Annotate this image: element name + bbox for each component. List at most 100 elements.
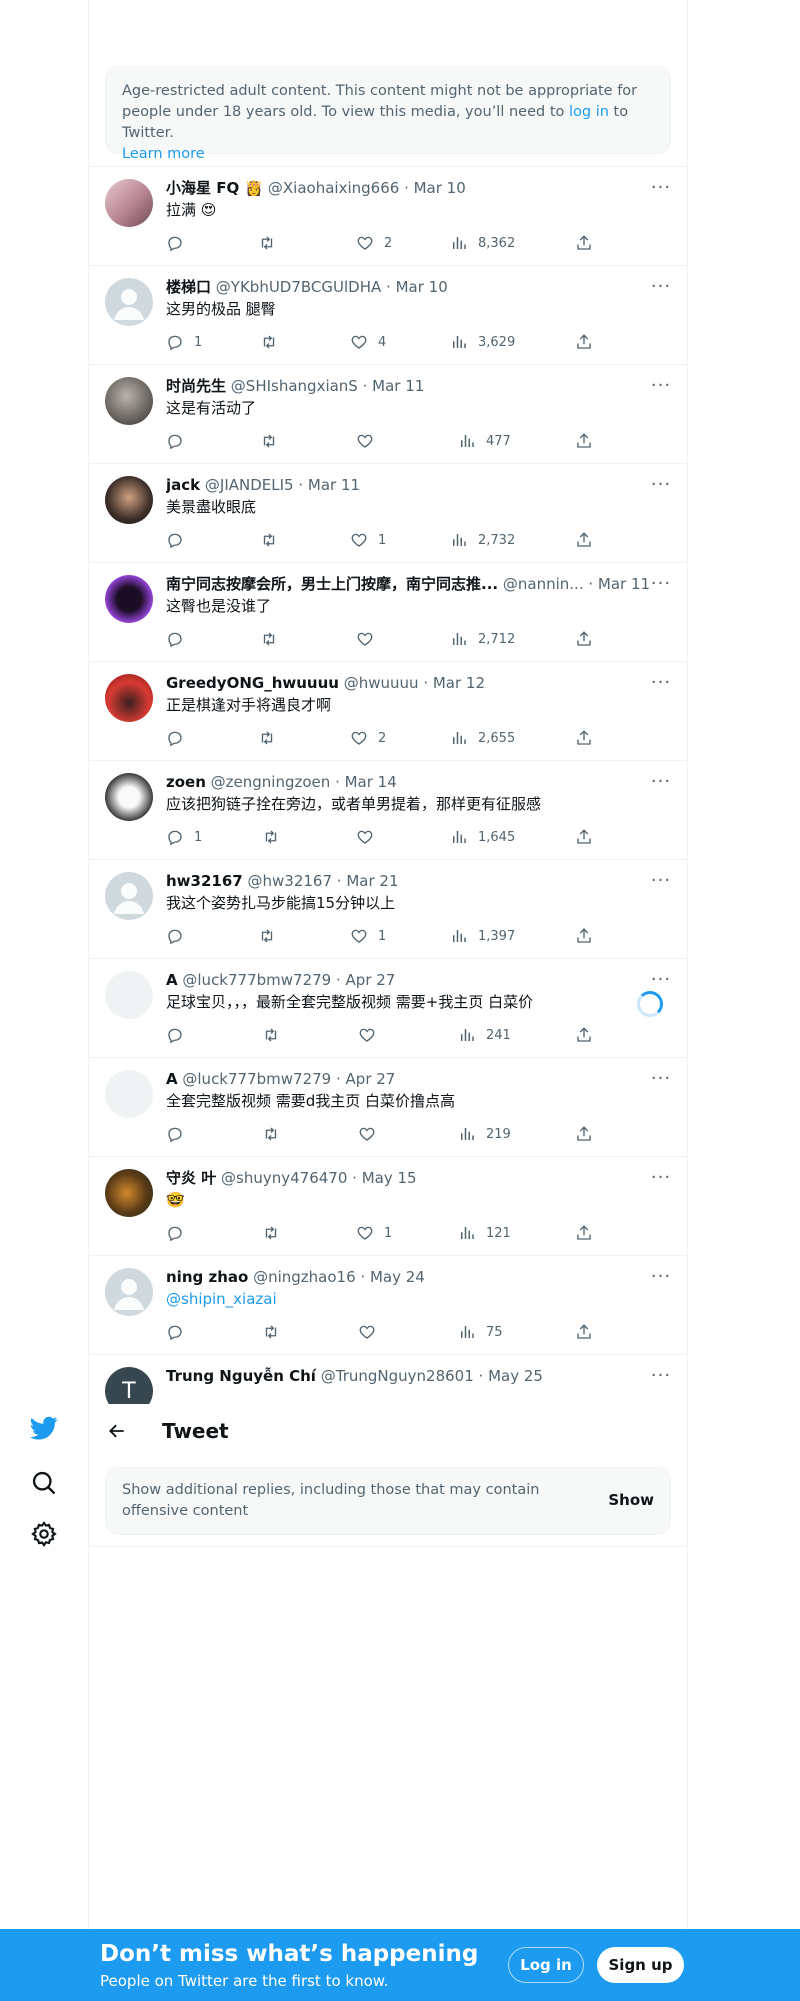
share-button[interactable] bbox=[575, 1025, 593, 1045]
tweet-date[interactable]: · Mar 10 bbox=[386, 278, 448, 296]
retweet-button[interactable] bbox=[260, 629, 278, 649]
retweet-button[interactable] bbox=[258, 728, 276, 748]
user-handle[interactable]: @ningzhao16 bbox=[253, 1268, 356, 1286]
tweet-row[interactable]: ning zhao @ningzhao16 · May 24 ··· @shipin… bbox=[89, 1256, 687, 1355]
like-button[interactable] bbox=[356, 629, 384, 649]
more-options-icon[interactable]: ··· bbox=[649, 274, 673, 298]
tweet-row[interactable]: 守炎 叶 @shuyny476470 · May 15 ··· 🤓 1 121 bbox=[89, 1157, 687, 1256]
display-name[interactable]: jack bbox=[166, 476, 200, 494]
tweet-row[interactable]: 小海星 FQ 👸 @Xiaohaixing666 · Mar 10 ··· 拉满 😍… bbox=[89, 167, 687, 266]
tweet-date[interactable]: · Mar 10 bbox=[404, 179, 466, 197]
like-button[interactable]: 2 bbox=[356, 233, 392, 253]
more-options-icon[interactable]: ··· bbox=[649, 1066, 673, 1090]
share-button[interactable] bbox=[575, 629, 593, 649]
views-button[interactable]: 3,629 bbox=[450, 332, 515, 352]
share-button[interactable] bbox=[575, 332, 593, 352]
user-handle[interactable]: @shuyny476470 bbox=[221, 1169, 347, 1187]
avatar[interactable] bbox=[105, 971, 153, 1019]
tweet-row[interactable]: 南宁同志按摩会所，男士上门按摩，南宁同志推... @nannin... · Ma… bbox=[89, 563, 687, 662]
tweet-date[interactable]: · Apr 27 bbox=[336, 1070, 395, 1088]
avatar[interactable] bbox=[105, 872, 153, 920]
user-handle[interactable]: @TrungNguyn28601 bbox=[321, 1367, 474, 1385]
tweet-date[interactable]: · Mar 11 bbox=[363, 377, 425, 395]
user-handle[interactable]: @zengningzoen bbox=[211, 773, 331, 791]
share-button[interactable] bbox=[575, 827, 593, 847]
user-handle[interactable]: @SHIshangxianS bbox=[231, 377, 358, 395]
like-button[interactable]: 1 bbox=[356, 1223, 392, 1243]
reply-button[interactable] bbox=[166, 530, 194, 550]
display-name[interactable]: 时尚先生 bbox=[166, 377, 226, 395]
user-handle[interactable]: @Xiaohaixing666 bbox=[268, 179, 399, 197]
avatar[interactable] bbox=[105, 1268, 153, 1316]
reply-button[interactable] bbox=[166, 629, 194, 649]
avatar[interactable] bbox=[105, 377, 153, 425]
twitter-bird-icon[interactable] bbox=[26, 1410, 62, 1446]
retweet-button[interactable] bbox=[258, 233, 276, 253]
tweet-row[interactable]: 时尚先生 @SHIshangxianS · Mar 11 ··· 这是有活动了 477 bbox=[89, 365, 687, 464]
tweet-date[interactable]: · May 15 bbox=[352, 1169, 416, 1187]
like-button[interactable] bbox=[358, 1025, 386, 1045]
user-handle[interactable]: @luck777bmw7279 bbox=[182, 1070, 331, 1088]
views-button[interactable]: 2,655 bbox=[450, 728, 515, 748]
reply-button[interactable] bbox=[166, 1124, 194, 1144]
views-button[interactable]: 1,645 bbox=[450, 827, 515, 847]
more-options-icon[interactable]: ··· bbox=[649, 472, 673, 496]
tweet-row[interactable]: A @luck777bmw7279 · Apr 27 ··· 足球宝贝，，，最新全套… bbox=[89, 959, 687, 1058]
user-handle[interactable]: @YKbhUD7BCGUlDHA bbox=[216, 278, 381, 296]
tweet-row[interactable]: GreedyONG_hwuuuu @hwuuuu · Mar 12 ··· 正是棋逢… bbox=[89, 662, 687, 761]
user-handle[interactable]: @hw32167 bbox=[248, 872, 333, 890]
display-name[interactable]: 小海星 FQ 👸 bbox=[166, 179, 263, 197]
more-options-icon[interactable]: ··· bbox=[649, 1363, 673, 1387]
like-button[interactable] bbox=[356, 827, 384, 847]
display-name[interactable]: ning zhao bbox=[166, 1268, 248, 1286]
tweet-row[interactable]: hw32167 @hw32167 · Mar 21 ··· 我这个姿势扎马步能搞15… bbox=[89, 860, 687, 959]
tweet-date[interactable]: · Mar 11 bbox=[298, 476, 360, 494]
like-button[interactable]: 1 bbox=[350, 530, 386, 550]
show-button[interactable]: Show bbox=[608, 1490, 654, 1511]
tweet-date[interactable]: · Mar 21 bbox=[337, 872, 399, 890]
reply-button[interactable] bbox=[166, 233, 194, 253]
share-button[interactable] bbox=[575, 530, 593, 550]
avatar[interactable] bbox=[105, 674, 153, 722]
back-arrow-icon[interactable] bbox=[103, 1417, 131, 1445]
views-button[interactable]: 219 bbox=[458, 1124, 511, 1144]
tweet-row[interactable]: T Trung Nguyễn Chí @TrungNguyn28601 · May… bbox=[89, 1355, 687, 1415]
reply-button[interactable] bbox=[166, 1025, 194, 1045]
reply-button[interactable] bbox=[166, 728, 194, 748]
tweet-date[interactable]: · Mar 11 bbox=[588, 575, 650, 593]
more-options-icon[interactable]: ··· bbox=[649, 571, 673, 595]
like-button[interactable]: 1 bbox=[350, 926, 386, 946]
reply-button[interactable]: 1 bbox=[166, 332, 202, 352]
display-name[interactable]: GreedyONG_hwuuuu bbox=[166, 674, 339, 692]
retweet-button[interactable] bbox=[260, 530, 278, 550]
more-options-icon[interactable]: ··· bbox=[649, 175, 673, 199]
retweet-button[interactable] bbox=[260, 332, 278, 352]
more-options-icon[interactable]: ··· bbox=[649, 373, 673, 397]
avatar[interactable] bbox=[105, 773, 153, 821]
tweet-date[interactable]: · May 25 bbox=[479, 1367, 543, 1385]
avatar[interactable] bbox=[105, 1169, 153, 1217]
views-button[interactable]: 477 bbox=[458, 431, 511, 451]
share-button[interactable] bbox=[575, 233, 593, 253]
views-button[interactable]: 2,732 bbox=[450, 530, 515, 550]
avatar[interactable] bbox=[105, 278, 153, 326]
display-name[interactable]: A bbox=[166, 971, 178, 989]
retweet-button[interactable] bbox=[262, 1322, 280, 1342]
like-button[interactable]: 2 bbox=[350, 728, 386, 748]
like-button[interactable] bbox=[358, 1124, 386, 1144]
display-name[interactable]: hw32167 bbox=[166, 872, 243, 890]
display-name[interactable]: 楼梯口 bbox=[166, 278, 211, 296]
retweet-button[interactable] bbox=[262, 1025, 280, 1045]
retweet-button[interactable] bbox=[260, 431, 278, 451]
avatar[interactable] bbox=[105, 575, 153, 623]
login-link[interactable]: log in bbox=[569, 104, 609, 120]
views-button[interactable]: 121 bbox=[458, 1223, 511, 1243]
avatar[interactable] bbox=[105, 1070, 153, 1118]
display-name[interactable]: 南宁同志按摩会所，男士上门按摩，南宁同志推... bbox=[166, 575, 498, 593]
avatar[interactable] bbox=[105, 179, 153, 227]
reply-button[interactable] bbox=[166, 926, 194, 946]
views-button[interactable]: 8,362 bbox=[450, 233, 515, 253]
more-options-icon[interactable]: ··· bbox=[649, 1264, 673, 1288]
share-button[interactable] bbox=[575, 926, 593, 946]
views-button[interactable]: 241 bbox=[458, 1025, 511, 1045]
